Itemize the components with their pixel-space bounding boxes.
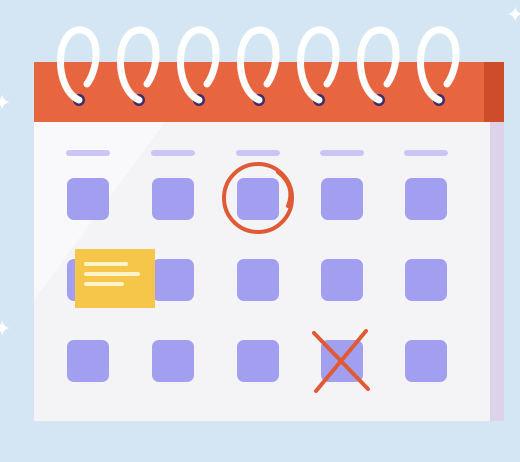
sparkle-icon: ✦ [0,316,12,341]
calendar-illustration: ✦ ✦ ✦ [0,0,520,462]
day-cell [152,178,194,220]
sticky-note-paper [75,249,155,308]
day-cell [152,340,194,382]
day-cell [321,259,363,301]
day-cell [405,340,447,382]
day-cell [237,259,279,301]
header-shade [484,62,504,122]
day-cell [67,178,109,220]
sparkle-icon: ✦ [506,2,520,27]
weekday-bar [66,150,110,156]
day-cell [405,178,447,220]
sticky-note [75,249,155,308]
day-cell [152,259,194,301]
sticky-note-line [84,262,128,266]
calendar-art [0,0,520,462]
sparkle-icon: ✦ [0,90,12,115]
weekday-bar [320,150,364,156]
day-cell [405,259,447,301]
weekday-bar [236,150,280,156]
weekday-bar [151,150,195,156]
day-cell [67,340,109,382]
sticky-note-line [84,282,124,286]
day-cell [321,178,363,220]
day-cell [237,178,279,220]
weekday-bar [404,150,448,156]
sticky-note-line [84,272,140,276]
day-cell [237,340,279,382]
